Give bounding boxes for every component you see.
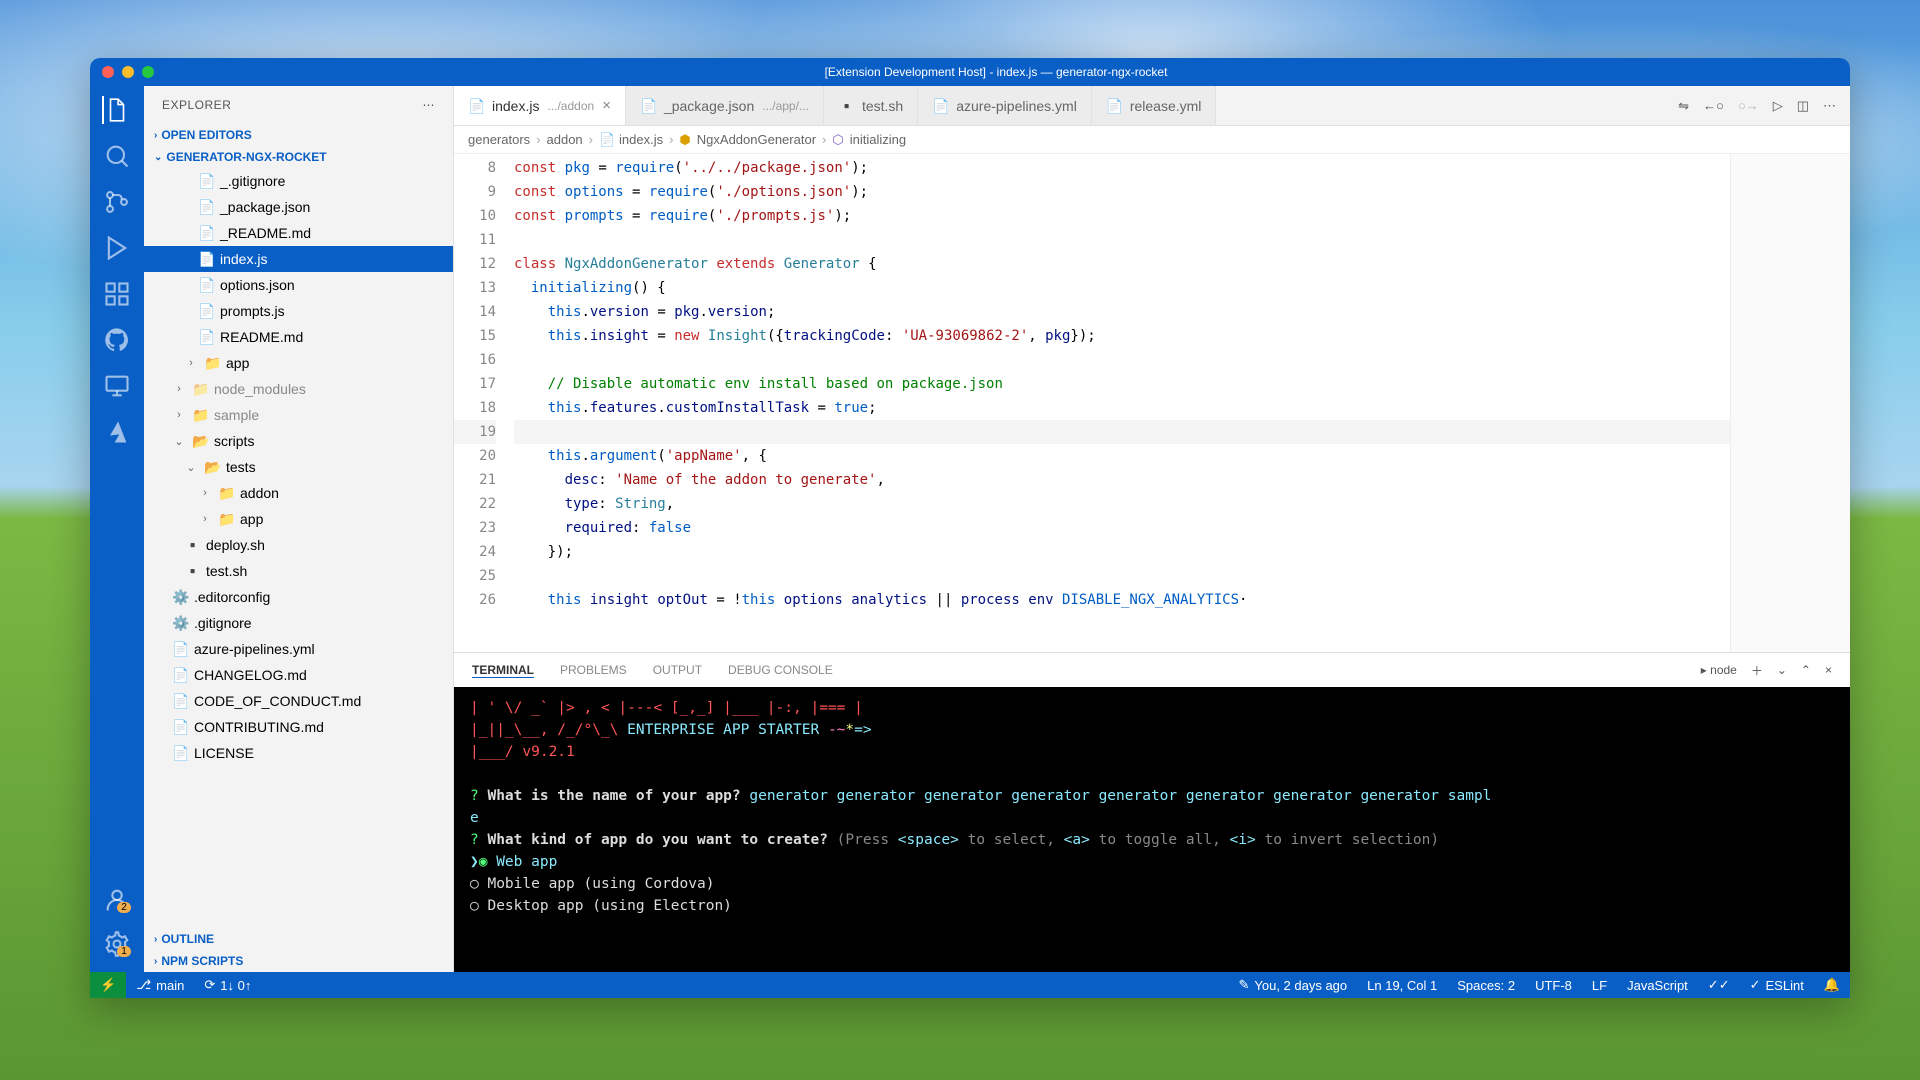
file-item[interactable]: 📄CHANGELOG.md bbox=[144, 662, 453, 688]
npm-scripts-section[interactable]: ›NPM SCRIPTS bbox=[144, 950, 453, 972]
tab-output[interactable]: OUTPUT bbox=[653, 663, 702, 677]
close-icon[interactable]: × bbox=[602, 97, 611, 114]
status-bar: ⚡ ⎇ main ⟳ 1↓ 0↑ ✎ You, 2 days ago Ln 19… bbox=[90, 972, 1850, 998]
tab-release[interactable]: 📄release.yml bbox=[1092, 86, 1217, 125]
tab-terminal[interactable]: TERMINAL bbox=[472, 663, 534, 678]
eslint[interactable]: ✓ ESLint bbox=[1740, 977, 1814, 993]
git-sync[interactable]: ⟳ 1↓ 0↑ bbox=[194, 977, 261, 993]
folder-item[interactable]: ›📁sample bbox=[144, 402, 453, 428]
file-item[interactable]: ⚙️.editorconfig bbox=[144, 584, 453, 610]
nav-back-icon[interactable]: ←○ bbox=[1703, 98, 1724, 113]
minimize-window-icon[interactable] bbox=[122, 66, 134, 78]
terminal-content[interactable]: | ' \/ _` |> , < |---< [_,_] |___ |-:, |… bbox=[454, 687, 1850, 972]
file-item[interactable]: ⚙️.gitignore bbox=[144, 610, 453, 636]
editor-tabs: 📄index.js.../addon× 📄_package.json.../ap… bbox=[454, 86, 1850, 126]
explorer-icon[interactable] bbox=[102, 96, 130, 124]
editor[interactable]: 891011121314151617181920212223242526 con… bbox=[454, 154, 1850, 652]
file-item[interactable]: 📄options.json bbox=[144, 272, 453, 298]
editor-group: 📄index.js.../addon× 📄_package.json.../ap… bbox=[454, 86, 1850, 972]
panel-tabs: TERMINAL PROBLEMS OUTPUT DEBUG CONSOLE ▸… bbox=[454, 653, 1850, 687]
tab-package[interactable]: 📄_package.json.../app/... bbox=[626, 86, 824, 125]
file-item[interactable]: 📄azure-pipelines.yml bbox=[144, 636, 453, 662]
prettier[interactable]: ✓✓ bbox=[1698, 977, 1740, 993]
folder-item[interactable]: ⌄📂scripts bbox=[144, 428, 453, 454]
source-control-icon[interactable] bbox=[103, 188, 131, 216]
file-item[interactable]: ▪️deploy.sh bbox=[144, 532, 453, 558]
open-editors-section[interactable]: ›OPEN EDITORS bbox=[144, 124, 453, 146]
activity-bar: 2 1 bbox=[90, 86, 144, 972]
tab-index[interactable]: 📄index.js.../addon× bbox=[454, 86, 626, 125]
new-terminal-icon[interactable]: ＋ bbox=[1751, 662, 1763, 679]
file-item[interactable]: 📄_.gitignore bbox=[144, 168, 453, 194]
nav-fwd-icon[interactable]: ○→ bbox=[1738, 98, 1759, 113]
breadcrumb[interactable]: generators› addon› 📄index.js› ⬢NgxAddonG… bbox=[454, 126, 1850, 154]
eol[interactable]: LF bbox=[1582, 977, 1617, 993]
file-item[interactable]: 📄LICENSE bbox=[144, 740, 453, 766]
cursor-position[interactable]: Ln 19, Col 1 bbox=[1357, 977, 1447, 993]
line-gutter: 891011121314151617181920212223242526 bbox=[454, 154, 514, 652]
accounts-icon[interactable]: 2 bbox=[103, 886, 131, 914]
split-terminal-icon[interactable]: ⌄ bbox=[1777, 663, 1787, 677]
folder-item[interactable]: ›📁app bbox=[144, 506, 453, 532]
remote-indicator[interactable]: ⚡ bbox=[90, 972, 126, 998]
file-item[interactable]: 📄README.md bbox=[144, 324, 453, 350]
sidebar: EXPLORER ⋯ ›OPEN EDITORS ⌄GENERATOR-NGX-… bbox=[144, 86, 454, 972]
more-icon[interactable]: ⋯ bbox=[423, 98, 436, 112]
minimap[interactable] bbox=[1730, 154, 1850, 652]
sidebar-header: EXPLORER ⋯ bbox=[144, 86, 453, 124]
tab-debug-console[interactable]: DEBUG CONSOLE bbox=[728, 663, 833, 677]
file-item[interactable]: 📄_README.md bbox=[144, 220, 453, 246]
split-icon[interactable]: ◫ bbox=[1797, 98, 1809, 114]
tab-azure[interactable]: 📄azure-pipelines.yml bbox=[918, 86, 1092, 125]
traffic-lights bbox=[102, 66, 154, 78]
github-icon[interactable] bbox=[103, 326, 131, 354]
git-branch[interactable]: ⎇ main bbox=[126, 977, 194, 993]
window-title: [Extension Development Host] - index.js … bbox=[154, 65, 1838, 79]
project-section[interactable]: ⌄GENERATOR-NGX-ROCKET bbox=[144, 146, 453, 168]
indent[interactable]: Spaces: 2 bbox=[1447, 977, 1525, 993]
extensions-icon[interactable] bbox=[103, 280, 131, 308]
maximize-window-icon[interactable] bbox=[142, 66, 154, 78]
outline-section[interactable]: ›OUTLINE bbox=[144, 928, 453, 950]
file-item[interactable]: 📄CONTRIBUTING.md bbox=[144, 714, 453, 740]
folder-item[interactable]: ›📁node_modules bbox=[144, 376, 453, 402]
remote-icon[interactable] bbox=[103, 372, 131, 400]
search-icon[interactable] bbox=[103, 142, 131, 170]
language-mode[interactable]: JavaScript bbox=[1617, 977, 1698, 993]
close-panel-icon[interactable]: × bbox=[1825, 663, 1832, 677]
file-item[interactable]: 📄_package.json bbox=[144, 194, 453, 220]
code-content[interactable]: const pkg = require('../../package.json'… bbox=[514, 154, 1730, 652]
git-blame[interactable]: ✎ You, 2 days ago bbox=[1228, 977, 1357, 993]
titlebar[interactable]: [Extension Development Host] - index.js … bbox=[90, 58, 1850, 86]
explorer-title: EXPLORER bbox=[162, 98, 231, 112]
folder-item[interactable]: ⌄📂tests bbox=[144, 454, 453, 480]
folder-item[interactable]: ›📁addon bbox=[144, 480, 453, 506]
encoding[interactable]: UTF-8 bbox=[1525, 977, 1582, 993]
file-item[interactable]: 📄CODE_OF_CONDUCT.md bbox=[144, 688, 453, 714]
file-tree: 📄_.gitignore 📄_package.json 📄_README.md … bbox=[144, 168, 453, 928]
tab-actions: ⇋ ←○ ○→ ▷ ◫ ⋯ bbox=[1664, 86, 1850, 125]
bottom-panel: TERMINAL PROBLEMS OUTPUT DEBUG CONSOLE ▸… bbox=[454, 652, 1850, 972]
maximize-panel-icon[interactable]: ⌃ bbox=[1801, 663, 1811, 677]
file-item-active[interactable]: 📄index.js bbox=[144, 246, 453, 272]
file-item[interactable]: 📄prompts.js bbox=[144, 298, 453, 324]
more-icon[interactable]: ⋯ bbox=[1823, 98, 1836, 114]
compare-icon[interactable]: ⇋ bbox=[1678, 98, 1689, 114]
run-icon[interactable]: ▷ bbox=[1773, 98, 1783, 114]
azure-icon[interactable] bbox=[103, 418, 131, 446]
tab-test[interactable]: ▪️test.sh bbox=[824, 86, 918, 125]
close-window-icon[interactable] bbox=[102, 66, 114, 78]
terminal-shell[interactable]: ▸ node bbox=[1701, 663, 1737, 677]
notifications-icon[interactable]: 🔔 bbox=[1814, 977, 1850, 993]
folder-item[interactable]: ›📁app bbox=[144, 350, 453, 376]
file-item[interactable]: ▪️test.sh bbox=[144, 558, 453, 584]
tab-problems[interactable]: PROBLEMS bbox=[560, 663, 627, 677]
settings-gear-icon[interactable]: 1 bbox=[103, 930, 131, 958]
run-debug-icon[interactable] bbox=[103, 234, 131, 262]
vscode-window: [Extension Development Host] - index.js … bbox=[90, 58, 1850, 998]
